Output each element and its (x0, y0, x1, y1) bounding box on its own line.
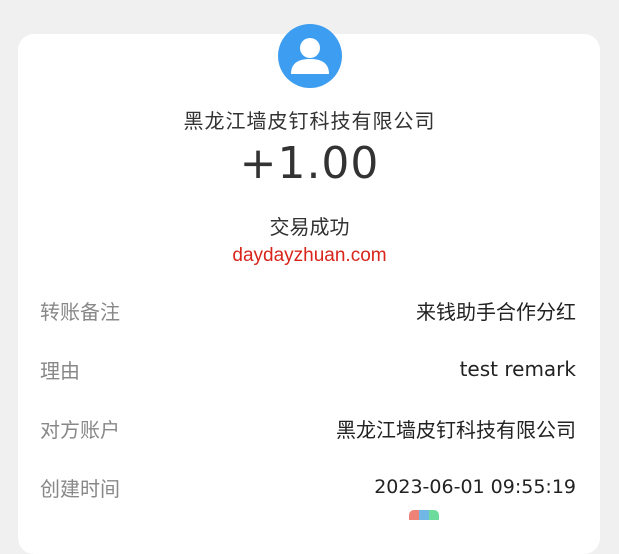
detail-row-created-time: 创建时间 2023-06-01 09:55:19 (40, 470, 576, 504)
transaction-status: 交易成功 (269, 215, 350, 239)
user-avatar-icon (278, 24, 342, 88)
detail-value[interactable]: 黑龙江墙皮钉科技有限公司 (336, 414, 576, 443)
payer-name: 黑龙江墙皮钉科技有限公司 (183, 109, 436, 133)
partial-logo-icon (409, 510, 439, 520)
detail-label: 对方账户 (40, 417, 120, 442)
detail-row-reason: 理由 test remark (40, 352, 576, 386)
detail-value: 来钱助手合作分红 (416, 299, 576, 324)
watermark-text: daydayzhuan.com (232, 245, 387, 266)
detail-value: 2023-06-01 09:55:19 (374, 476, 576, 498)
detail-label: 转账备注 (40, 299, 120, 324)
detail-label: 理由 (40, 358, 80, 383)
transaction-amount: +1.00 (239, 138, 380, 189)
detail-row-counterparty[interactable]: 对方账户 黑龙江墙皮钉科技有限公司 (40, 411, 576, 445)
detail-value: test remark (459, 357, 576, 381)
detail-row-remark: 转账备注 来钱助手合作分红 (40, 293, 576, 327)
detail-label: 创建时间 (40, 476, 120, 501)
